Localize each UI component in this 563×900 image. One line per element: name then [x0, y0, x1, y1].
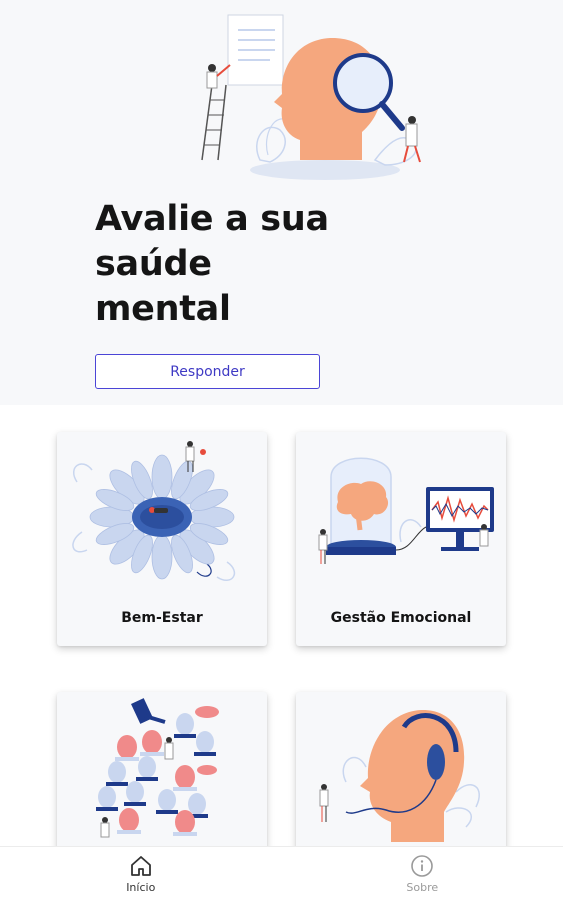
info-icon [411, 854, 434, 877]
bottom-navigation: Início Sobre [0, 846, 563, 900]
gavel-brain-jars-icon [96, 698, 219, 838]
card-label: Gestão Emocional [330, 610, 472, 626]
card-gestao-emocional[interactable]: Gestão Emocional [296, 432, 506, 646]
page-title: Avalie a sua saúde mental [95, 197, 395, 332]
nav-home-label: Início [126, 880, 156, 894]
hero-section: Avalie a sua saúde mental Responder [0, 0, 563, 405]
title-line-3: mental [95, 289, 231, 329]
nav-about-label: Sobre [406, 880, 439, 894]
nav-about[interactable]: Sobre [282, 847, 563, 900]
title-line-2: saúde [95, 244, 212, 284]
nav-home[interactable]: Início [0, 847, 282, 900]
head-magnifier-illustration [201, 14, 421, 180]
respond-button[interactable]: Responder [95, 354, 320, 389]
home-icon [130, 855, 151, 876]
brain-jar-monitor-icon [318, 457, 494, 564]
card-bem-estar[interactable]: Bem-Estar [57, 432, 267, 646]
head-headphones-icon [319, 709, 480, 842]
flower-meditation-icon [72, 441, 236, 582]
card-label: Bem-Estar [121, 610, 203, 626]
title-line-1: Avalie a sua [95, 199, 329, 239]
